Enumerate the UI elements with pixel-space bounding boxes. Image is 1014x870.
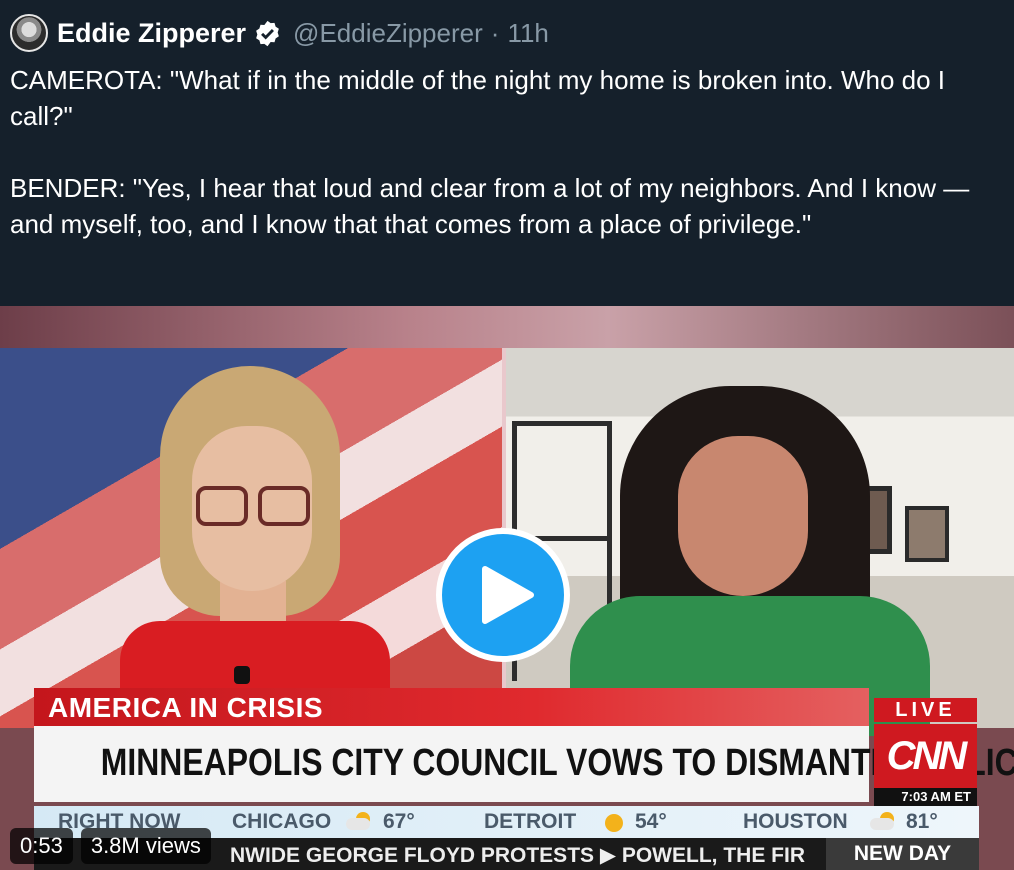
weather-temp: 67° — [383, 810, 415, 833]
partly-cloudy-icon — [870, 812, 896, 830]
weather-city: DETROIT — [484, 810, 577, 833]
anchor-figure — [100, 366, 400, 731]
lower-third-label-text: AMERICA IN CRISIS — [48, 692, 324, 723]
guest-figure — [560, 376, 940, 736]
play-button[interactable] — [436, 528, 570, 662]
weather-city: HOUSTON — [743, 810, 848, 833]
tweet-text: CAMEROTA: "What if in the middle of the … — [10, 65, 970, 239]
video-duration: 0:53 — [10, 828, 73, 864]
video-info: 0:53 3.8M views — [10, 828, 211, 864]
show-name: NEW DAY — [826, 838, 979, 870]
verified-badge-icon — [256, 20, 279, 46]
play-icon — [482, 566, 534, 624]
weather-temp: 81° — [906, 810, 938, 833]
tweet-time[interactable]: 11h — [507, 18, 548, 49]
partly-cloudy-icon — [346, 812, 372, 830]
broadcast-time: 7:03 AM ET — [874, 788, 977, 806]
author-name[interactable]: Eddie Zipperer — [57, 18, 246, 49]
video-background — [0, 306, 1014, 348]
headline-banner: MINNEAPOLIS CITY COUNCIL VOWS TO DISMANT… — [34, 726, 1014, 802]
live-badge: LIVE — [874, 698, 977, 722]
tweet: Eddie Zipperer @EddieZipperer · 11h CAME… — [0, 0, 1014, 306]
weather-city: CHICAGO — [232, 810, 332, 833]
headline-text: MINNEAPOLIS CITY COUNCIL VOWS TO DISMANT… — [100, 742, 1014, 784]
sun-icon — [605, 814, 623, 832]
tweet-header: Eddie Zipperer @EddieZipperer · 11h — [10, 12, 549, 54]
separator: · — [490, 17, 500, 48]
author-handle[interactable]: @EddieZipperer — [293, 18, 483, 49]
avatar[interactable] — [10, 14, 48, 52]
weather-temp: 54° — [635, 810, 667, 833]
video-player[interactable]: AMERICA IN CRISIS MINNEAPOLIS CITY COUNC… — [0, 306, 1014, 870]
network-logo: CNN — [874, 724, 977, 788]
ticker-text: NWIDE GEORGE FLOYD PROTESTS ▶ POWELL, TH… — [230, 844, 805, 867]
lower-third-label: AMERICA IN CRISIS — [34, 688, 869, 726]
video-views: 3.8M views — [80, 828, 211, 864]
